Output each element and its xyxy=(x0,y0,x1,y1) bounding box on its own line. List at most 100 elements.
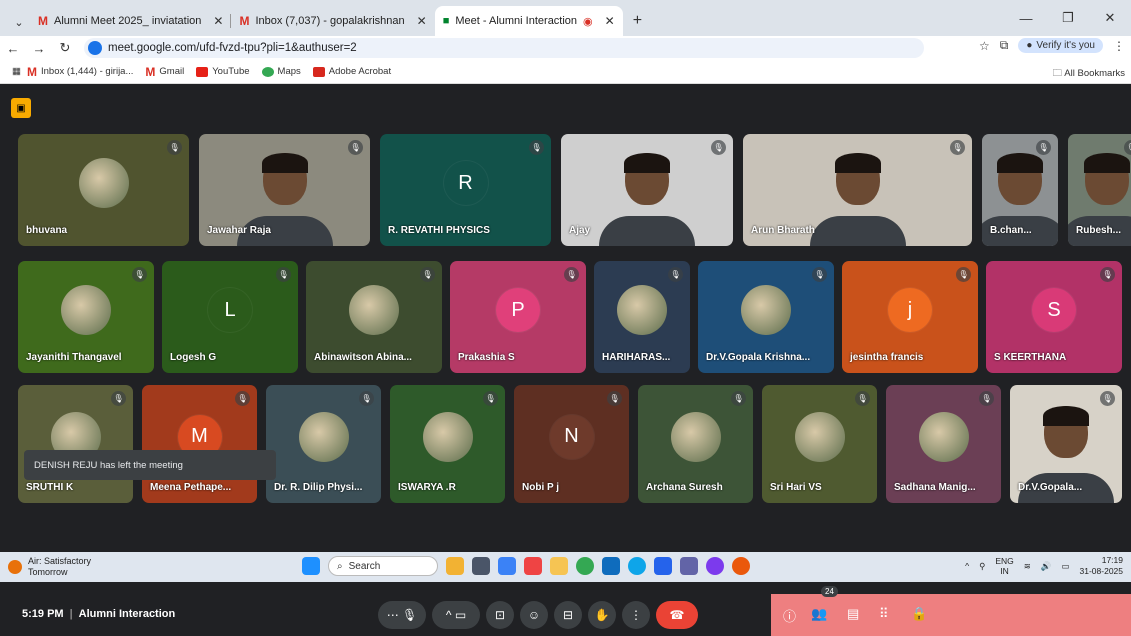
reload-icon[interactable]: ↻ xyxy=(52,40,78,56)
participant-tile[interactable]: M 🎙 Meena Pethape... xyxy=(142,385,257,503)
verify-button[interactable]: ● Verify it's you xyxy=(1018,38,1103,53)
participant-tile[interactable]: 🎙 B.chan... xyxy=(982,134,1058,246)
tab-meet[interactable]: ■ Meet - Alumni Interaction ◉ ✕ xyxy=(434,6,623,36)
participant-tile[interactable]: R 🎙 R. REVATHI PHYSICS xyxy=(380,134,551,246)
wifi-icon[interactable]: ≋ xyxy=(1024,561,1031,572)
mic-button[interactable]: ⋯ 🎙 xyxy=(378,601,426,629)
taskbar-search[interactable]: ⌕ Search xyxy=(328,556,438,576)
site-info-icon[interactable] xyxy=(88,41,102,55)
store-icon[interactable] xyxy=(602,557,620,575)
bookmark-inbox[interactable]: M Inbox (1,444) - girija... xyxy=(27,65,133,79)
chrome-icon[interactable] xyxy=(576,557,594,575)
mic-muted-icon: 🎙 xyxy=(420,267,435,282)
clock[interactable]: 17:19 31-08-2025 xyxy=(1080,555,1123,577)
close-tab-icon[interactable]: ✕ xyxy=(417,14,427,28)
participant-tile[interactable]: 🎙 Dr.V.Gopala Krishna... xyxy=(698,261,834,373)
participant-tile[interactable]: N 🎙 Nobi P j xyxy=(514,385,629,503)
more-options-button[interactable]: ⋮ xyxy=(622,601,650,629)
language-indicator[interactable]: ENG IN xyxy=(995,556,1013,576)
copilot-icon[interactable] xyxy=(498,557,516,575)
video-feed-body xyxy=(599,216,695,246)
close-tab-icon[interactable]: ✕ xyxy=(605,14,615,28)
activities-icon[interactable]: ⠿ xyxy=(879,606,889,622)
participant-name: Dr.V.Gopala Krishna... xyxy=(706,352,811,363)
participant-tile[interactable]: 🎙 Sri Hari VS xyxy=(762,385,877,503)
file-explorer-icon[interactable] xyxy=(550,557,568,575)
restore-icon[interactable]: ❐ xyxy=(1047,10,1089,26)
battery-icon[interactable]: ▭ xyxy=(1061,561,1069,572)
participant-tile[interactable]: S 🎙 S KEERTHANA xyxy=(986,261,1122,373)
menu-icon[interactable]: ⋮ xyxy=(1113,39,1125,53)
widgets-icon[interactable] xyxy=(446,557,464,575)
host-controls-icon[interactable]: 🔒 xyxy=(911,606,927,622)
weather-widget[interactable]: Air: Satisfactory Tomorrow xyxy=(8,556,91,578)
chat-icon[interactable]: ▤ xyxy=(847,606,859,622)
participant-tile[interactable]: 🎙 Arun Bharath xyxy=(743,134,972,246)
participant-name: Ajay xyxy=(569,225,591,236)
participant-tile[interactable]: 🎙 ISWARYA .R xyxy=(390,385,505,503)
present-button[interactable]: ⊡ xyxy=(486,601,514,629)
bookmark-acrobat[interactable]: Adobe Acrobat xyxy=(312,66,391,77)
emoji-button[interactable]: ☺ xyxy=(520,601,548,629)
tab-alumni-meet[interactable]: M Alumni Meet 2025_ inviatation ✕ xyxy=(30,6,232,36)
bookmark-maps[interactable]: Maps xyxy=(261,66,301,77)
info-icon[interactable]: ⓘ xyxy=(783,606,796,625)
forward-icon[interactable]: → xyxy=(26,41,52,56)
participant-tile[interactable]: 🎙 Jawahar Raja xyxy=(199,134,370,246)
bookmark-gmail[interactable]: M Gmail xyxy=(145,65,184,79)
participant-tile[interactable]: P 🎙 Prakashia S xyxy=(450,261,586,373)
people-icon[interactable]: 👥 xyxy=(811,606,827,622)
participant-tile[interactable]: 🎙 Rubesh... xyxy=(1068,134,1131,246)
office-icon[interactable] xyxy=(732,557,750,575)
pin-icon[interactable]: ⚲ xyxy=(979,561,985,572)
mic-muted-icon: 🎙 xyxy=(483,391,498,406)
participant-tile[interactable]: L 🎙 Logesh G xyxy=(162,261,298,373)
participant-tile[interactable]: 🎙 HARIHARAS... xyxy=(594,261,690,373)
minimize-icon[interactable]: — xyxy=(1005,11,1047,26)
back-icon[interactable]: ← xyxy=(0,41,26,56)
participant-tile[interactable]: 🎙 Archana Suresh xyxy=(638,385,753,503)
mic-muted-icon: 🎙 xyxy=(668,267,683,282)
extensions-icon[interactable]: ⧉ xyxy=(1000,38,1009,53)
address-bar[interactable]: meet.google.com/ufd-fvzd-tpu?pli=1&authu… xyxy=(84,38,924,58)
acrobat-icon xyxy=(312,66,325,77)
participant-tile[interactable]: 🎙 Abinawitson Abina... xyxy=(306,261,442,373)
mic-muted-icon: 🎙 xyxy=(167,140,182,155)
app-icon[interactable] xyxy=(524,557,542,575)
avatar: S xyxy=(1032,288,1076,333)
participant-tile[interactable]: 🎙 Dr.V.Gopala... xyxy=(1010,385,1122,503)
tab-title: Meet - Alumni Interaction xyxy=(455,15,578,27)
tab-inbox[interactable]: M Inbox (7,037) - gopalakrishnan ✕ xyxy=(231,6,434,36)
show-hidden-icon[interactable]: ^ xyxy=(965,561,969,571)
participant-tile[interactable]: 🎙 Ajay xyxy=(561,134,733,246)
all-bookmarks-button[interactable]: 🗀 All Bookmarks xyxy=(1053,66,1125,82)
participant-tile[interactable]: 🎙 SRUTHI K xyxy=(18,385,133,503)
participant-tile[interactable]: 🎙 Dr. R. Dilip Physi... xyxy=(266,385,381,503)
new-tab-button[interactable]: + xyxy=(623,6,652,36)
task-view-icon[interactable] xyxy=(472,557,490,575)
close-window-icon[interactable]: ✕ xyxy=(1089,10,1131,26)
mic-muted-icon: 🎙 xyxy=(276,267,291,282)
tab-search-icon[interactable]: ⌄ xyxy=(8,8,30,36)
edge-icon[interactable] xyxy=(628,557,646,575)
camera-button[interactable]: ^ ▭ xyxy=(432,601,480,629)
leave-call-button[interactable]: ☎ xyxy=(656,601,698,629)
bookmark-youtube[interactable]: YouTube xyxy=(196,66,250,77)
avatar: R xyxy=(443,161,488,206)
participant-tile[interactable]: 🎙 Sadhana Manig... xyxy=(886,385,1001,503)
participant-name: Arun Bharath xyxy=(751,225,815,236)
participant-tile[interactable]: 🎙 Jayanithi Thangavel xyxy=(18,261,154,373)
copilot-app-icon[interactable] xyxy=(706,557,724,575)
close-tab-icon[interactable]: ✕ xyxy=(213,14,223,28)
raise-hand-button[interactable]: ✋ xyxy=(588,601,616,629)
apps-icon[interactable]: ▦ xyxy=(12,66,21,77)
start-icon[interactable] xyxy=(302,557,320,575)
bookmark-star-icon[interactable]: ☆ xyxy=(979,39,990,53)
youtube-icon xyxy=(196,66,209,77)
word-icon[interactable] xyxy=(654,557,672,575)
volume-icon[interactable]: 🔊 xyxy=(1041,561,1052,572)
participant-tile[interactable]: 🎙 bhuvana xyxy=(18,134,189,246)
captions-button[interactable]: ⊟ xyxy=(554,601,582,629)
participant-tile[interactable]: j 🎙 jesintha francis xyxy=(842,261,978,373)
teams-icon[interactable] xyxy=(680,557,698,575)
